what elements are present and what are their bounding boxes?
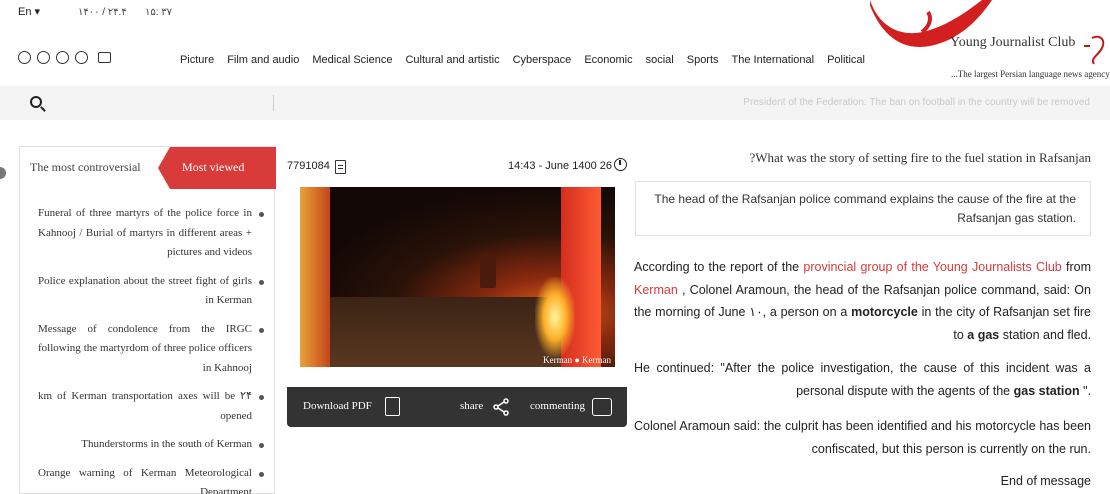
media-icons [18,51,111,64]
main-nav: Picture Film and audio Medical Science C… [180,54,865,66]
article-paragraph-3: Colonel Aramoun said: the culprit has be… [634,419,1091,456]
article-paragraph-1: According to the report of the provincia… [634,260,1091,342]
logo-subtitle: ...The largest Persian language news age… [951,69,1110,79]
tv-icon[interactable] [98,52,111,63]
list-item[interactable]: Orange warning of Kerman Meteorological … [20,464,276,494]
nav-medical-science[interactable]: Medical Science [312,54,392,66]
share-icon[interactable] [492,398,510,416]
photo-watermark: Kerman ● Kerman [543,355,611,365]
link-provincial-group[interactable]: provincial group of the Young Journalist… [803,260,1061,274]
nav-economic[interactable]: Economic [584,54,632,66]
article-photo[interactable]: Kerman ● Kerman [300,187,615,367]
language-selector[interactable]: En ▾ [18,5,40,18]
article-id: 7791084 [287,160,330,172]
list-item[interactable]: Thunderstorms in the south of Kerman [20,435,276,455]
share-button[interactable]: share [460,400,483,412]
podcast-icon[interactable] [18,51,31,64]
commenting-button[interactable]: commenting [530,400,585,412]
news-list: Funeral of three martyrs of the police f… [20,204,276,494]
news-ticker[interactable]: President of the Federation: The ban on … [743,97,1090,108]
photo-pillar-left [300,187,330,367]
emoji-icon[interactable] [56,51,69,64]
tab-most-controversial[interactable]: The most controversial [20,147,170,189]
header: En ▾ ۱۴۰۰ / ۲۴.۴ ۱۵: ۳۷ Picture Film and… [0,0,1110,86]
sidebar-tabs: The most controversial Most viewed [20,146,276,189]
sidebar: The most controversial Most viewed Funer… [19,146,276,494]
nav-picture[interactable]: Picture [180,54,214,66]
nav-political[interactable]: Political [827,54,865,66]
article-action-bar: Download PDF share commenting [287,387,627,427]
tab-most-viewed[interactable]: Most viewed [158,147,276,189]
header-date: ۱۴۰۰ / ۲۴.۴ [78,7,127,18]
header-time: ۱۵: ۳۷ [145,7,173,18]
bold-motorcycle: motorcycle [851,305,918,319]
article-paragraph-2: He continued: "After the police investig… [634,361,1091,398]
list-item[interactable]: Message of condolence from the IRGC foll… [20,320,276,379]
article-end: End of message [1000,474,1091,488]
link-kerman[interactable]: Kerman [634,283,678,297]
nav-film-audio[interactable]: Film and audio [227,54,299,66]
list-item[interactable]: Funeral of three martyrs of the police f… [20,204,276,263]
play-icon[interactable] [37,51,50,64]
download-pdf-button[interactable]: Download PDF [303,400,372,412]
clock-icon [614,158,627,171]
document-icon [335,160,346,174]
search-divider [273,95,274,111]
bold-gas-station: gas station [1013,383,1080,398]
list-item[interactable]: Police explanation about the street figh… [20,272,276,311]
photo-figure [480,252,496,288]
site-logo[interactable]: Young Journalist Club ...The largest Per… [870,0,1110,86]
article-lead: The head of the Rafsanjan police command… [635,181,1091,236]
scroll-handle-icon[interactable] [0,167,6,179]
nav-international[interactable]: The International [732,54,815,66]
search-icon[interactable] [30,96,42,108]
nav-social[interactable]: social [646,54,674,66]
list-item[interactable]: km of Kerman transportation axes will be… [20,387,276,426]
nav-cultural-artistic[interactable]: Cultural and artistic [405,54,499,66]
logo-title: Young Journalist Club [950,35,1076,50]
bold-gas: a gas [967,327,1000,342]
nav-cyberspace[interactable]: Cyberspace [513,54,572,66]
comment-icon[interactable] [592,398,612,416]
pdf-icon[interactable] [385,397,400,416]
nav-sports[interactable]: Sports [687,54,719,66]
search-bar: President of the Federation: The ban on … [0,86,1110,120]
article-headline: ?What was the story of setting fire to t… [749,150,1091,165]
photo-fire [535,277,575,357]
list-icon[interactable] [75,51,88,64]
article-timestamp: 14:43 - June 1400 26 [508,160,612,172]
